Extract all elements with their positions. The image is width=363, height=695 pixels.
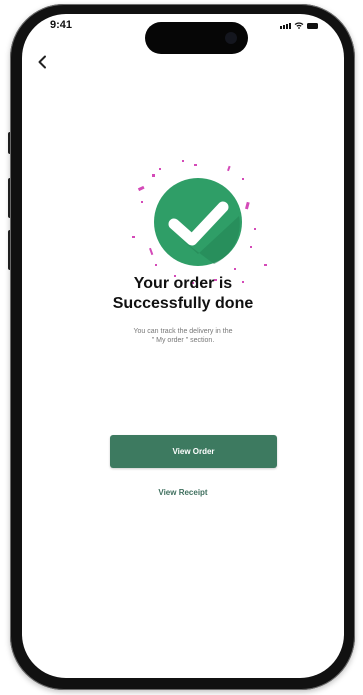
device-mockup: 9:41 Your order is Successfully done You… bbox=[0, 0, 363, 695]
status-time: 9:41 bbox=[50, 19, 73, 31]
success-title: Your order is Successfully done bbox=[22, 274, 344, 314]
status-icons bbox=[280, 22, 318, 29]
dynamic-island bbox=[145, 22, 248, 54]
success-subtitle-line2: " My order " section. bbox=[151, 337, 215, 344]
success-title-line2: Successfully done bbox=[112, 295, 254, 312]
wifi-icon bbox=[294, 22, 304, 29]
success-subtitle: You can track the delivery in the " My o… bbox=[22, 327, 344, 345]
view-order-button[interactable]: View Order bbox=[110, 435, 277, 468]
success-title-line1: Your order is bbox=[133, 275, 233, 292]
battery-icon bbox=[307, 23, 318, 29]
chevron-left-icon bbox=[38, 55, 46, 69]
front-camera bbox=[225, 32, 237, 44]
view-receipt-link[interactable]: View Receipt bbox=[22, 488, 344, 497]
back-button[interactable] bbox=[32, 52, 52, 72]
app-screen: 9:41 Your order is Successfully done You… bbox=[22, 14, 344, 678]
cellular-signal-icon bbox=[280, 23, 291, 29]
success-subtitle-line1: You can track the delivery in the bbox=[133, 328, 233, 335]
